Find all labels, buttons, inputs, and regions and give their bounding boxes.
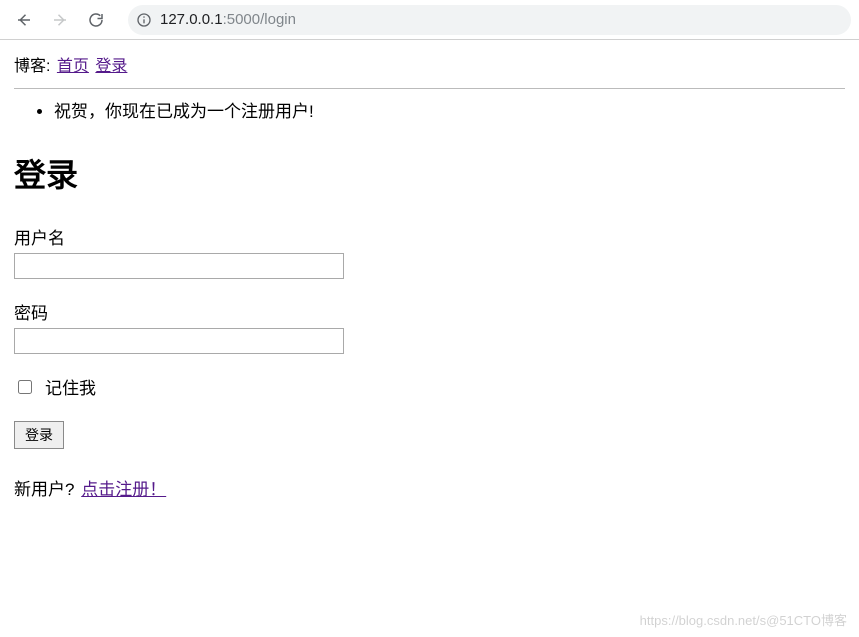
arrow-right-icon xyxy=(51,11,69,29)
remember-checkbox[interactable] xyxy=(18,380,32,394)
arrow-left-icon xyxy=(15,11,33,29)
password-label: 密码 xyxy=(14,299,845,324)
flash-list: 祝贺，你现在已成为一个注册用户! xyxy=(14,97,845,122)
password-row: 密码 xyxy=(14,299,845,354)
nav-link-login[interactable]: 登录 xyxy=(95,58,127,75)
address-bar[interactable]: 127.0.0.1:5000/login xyxy=(128,5,851,35)
nav-line: 博客: 首页 登录 xyxy=(14,52,845,76)
username-label: 用户名 xyxy=(14,224,845,249)
flash-message: 祝贺，你现在已成为一个注册用户! xyxy=(54,97,845,122)
register-line: 新用户? 点击注册！ xyxy=(14,475,845,500)
remember-row: 记住我 xyxy=(14,374,845,399)
reload-icon xyxy=(87,11,105,29)
browser-toolbar: 127.0.0.1:5000/login xyxy=(0,0,859,40)
submit-button[interactable]: 登录 xyxy=(14,421,64,449)
register-link[interactable]: 点击注册！ xyxy=(81,480,166,499)
nav-link-home[interactable]: 首页 xyxy=(57,58,89,75)
url-text: 127.0.0.1:5000/login xyxy=(160,11,296,28)
reload-button[interactable] xyxy=(80,4,112,36)
watermark: https://blog.csdn.net/s@51CTO博客 xyxy=(640,610,847,629)
back-button[interactable] xyxy=(8,4,40,36)
page-content: 博客: 首页 登录 祝贺，你现在已成为一个注册用户! 登录 用户名 密码 记住我… xyxy=(0,40,859,512)
url-path: :5000/login xyxy=(223,11,296,28)
register-prompt: 新用户? xyxy=(14,480,74,499)
forward-button xyxy=(44,4,76,36)
nav-label: 博客: xyxy=(14,58,50,75)
username-row: 用户名 xyxy=(14,224,845,279)
divider xyxy=(14,88,845,89)
url-host: 127.0.0.1 xyxy=(160,11,223,28)
remember-label: 记住我 xyxy=(45,374,96,399)
password-input[interactable] xyxy=(14,328,344,354)
page-title: 登录 xyxy=(14,150,845,196)
site-info-icon[interactable] xyxy=(136,12,152,28)
username-input[interactable] xyxy=(14,253,344,279)
